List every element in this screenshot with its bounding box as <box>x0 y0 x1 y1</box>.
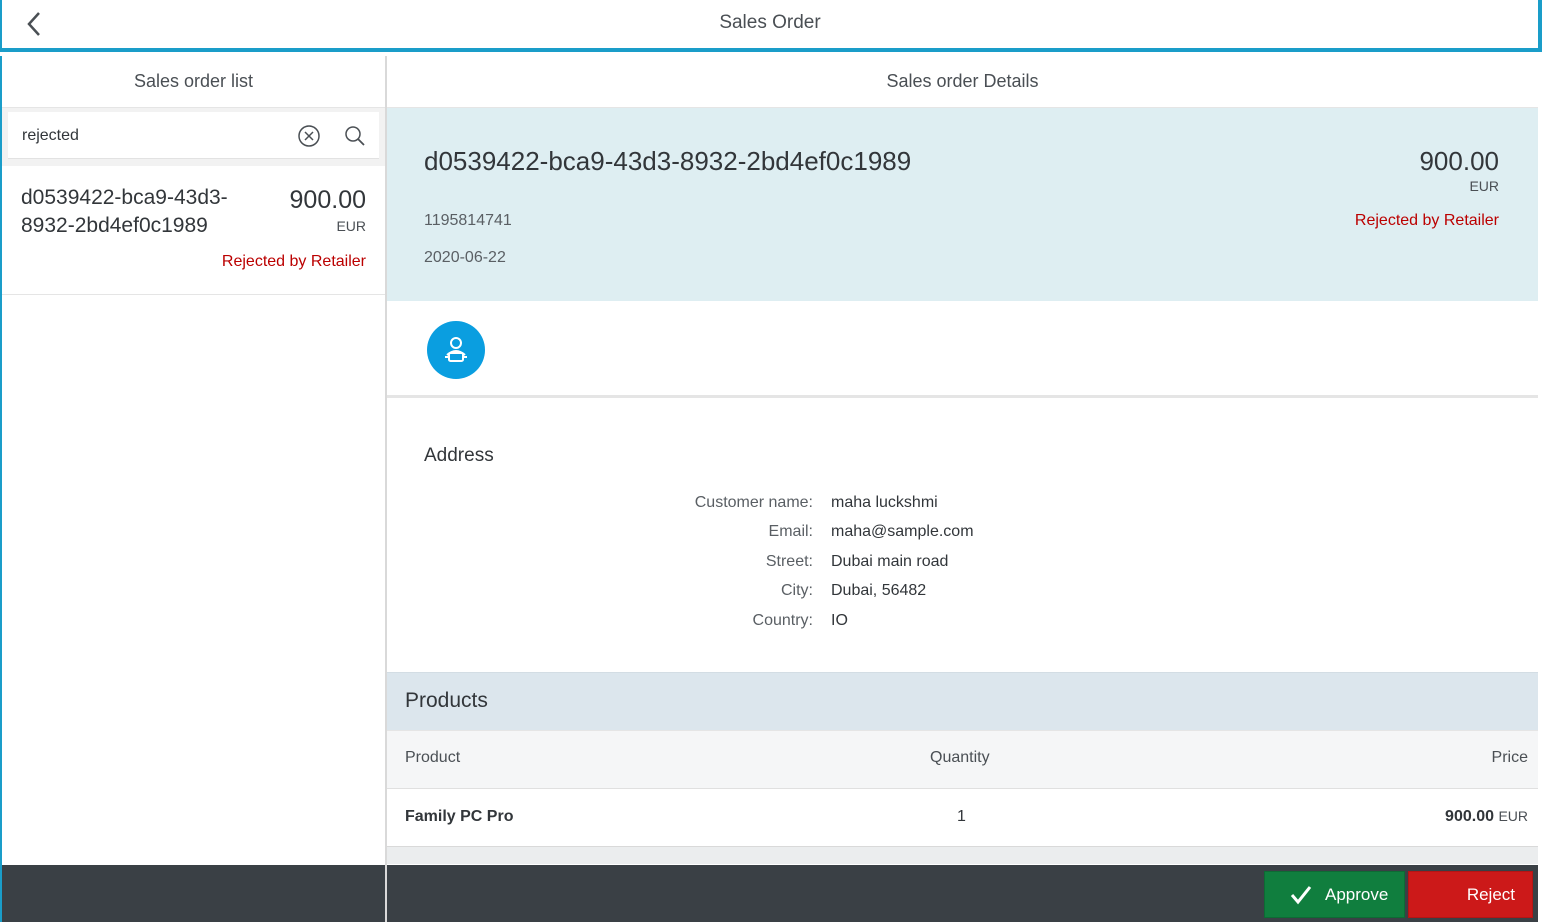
products-table-header: Product Quantity Price <box>387 730 1538 789</box>
object-date: 2020-06-22 <box>424 249 506 266</box>
approve-label: Approve <box>1325 884 1389 904</box>
app-title: Sales Order <box>719 12 821 33</box>
clear-circle-icon[interactable] <box>297 124 321 148</box>
detail-pane: Sales order Details d0539422-bca9-43d3-8… <box>387 56 1538 922</box>
form-row-city: City: Dubai, 56482 <box>387 582 1287 606</box>
check-icon <box>1290 885 1312 904</box>
object-status: Rejected by Retailer <box>1354 212 1499 229</box>
master-footer <box>2 865 385 922</box>
search-box <box>8 112 379 159</box>
email-value: maha@sample.com <box>831 523 974 540</box>
search-icon[interactable] <box>343 124 367 148</box>
list-item[interactable]: d0539422-bca9-43d3-8932-2bd4ef0c1989 900… <box>2 166 385 295</box>
table-row[interactable]: Family PC Pro 1 900.00 EUR <box>387 789 1538 847</box>
order-status: Rejected by Retailer <box>221 253 366 270</box>
object-number: 1195814741 <box>424 212 512 229</box>
column-header-product: Product <box>405 749 461 766</box>
form-row-country: Country: IO <box>387 612 1287 636</box>
address-title: Address <box>424 445 494 466</box>
master-header: Sales order list <box>2 56 385 108</box>
detail-footer: Approve Reject <box>387 865 1538 922</box>
object-currency: EUR <box>1469 178 1499 194</box>
icon-tab-bar <box>387 301 1538 398</box>
master-pane: Sales order list d0539422-bca9-43d3-8932… <box>0 56 385 922</box>
product-quantity: 1 <box>957 808 966 825</box>
customer-name-label: Customer name: <box>694 494 813 511</box>
table-footer-strip <box>387 847 1538 864</box>
tab-customer[interactable] <box>427 321 485 379</box>
search-bar <box>2 108 385 166</box>
order-id: d0539422-bca9-43d3-8932-2bd4ef0c1989 <box>21 186 228 237</box>
detail-header: Sales order Details <box>387 56 1538 108</box>
form-row-email: Email: maha@sample.com <box>387 523 1287 547</box>
address-section: Address Customer name: maha luckshmi Ema… <box>387 398 1538 672</box>
form-row-customer-name: Customer name: maha luckshmi <box>387 494 1287 518</box>
column-header-price: Price <box>1491 749 1528 766</box>
object-title: d0539422-bca9-43d3-8932-2bd4ef0c1989 <box>424 146 912 176</box>
object-header: d0539422-bca9-43d3-8932-2bd4ef0c1989 119… <box>387 108 1538 301</box>
country-value: IO <box>831 612 848 629</box>
shell-bar: Sales Order <box>0 0 1542 52</box>
search-input[interactable] <box>8 112 288 159</box>
approve-button[interactable]: Approve <box>1264 871 1405 918</box>
order-currency: EUR <box>336 218 366 234</box>
object-amount: 900.00 <box>1419 146 1499 176</box>
form-row-street: Street: Dubai main road <box>387 553 1287 577</box>
customer-icon <box>445 337 467 362</box>
reject-label: Reject <box>1466 884 1515 904</box>
country-label: Country: <box>752 612 813 629</box>
street-label: Street: <box>765 553 813 570</box>
product-name: Family PC Pro <box>405 808 514 825</box>
product-price: 900.00 <box>1445 808 1494 825</box>
order-amount: 900.00 <box>289 186 366 214</box>
products-title: Products <box>405 689 488 712</box>
column-header-quantity: Quantity <box>930 749 990 766</box>
customer-name-value: maha luckshmi <box>831 494 938 511</box>
email-label: Email: <box>768 523 813 540</box>
product-currency: EUR <box>1498 808 1528 824</box>
products-header: Products <box>387 672 1538 730</box>
reject-button[interactable]: Reject <box>1408 871 1533 918</box>
city-label: City: <box>781 582 813 599</box>
product-price-cell: 900.00 EUR <box>1445 808 1528 826</box>
city-value: Dubai, 56482 <box>831 582 927 599</box>
street-value: Dubai main road <box>831 553 949 570</box>
